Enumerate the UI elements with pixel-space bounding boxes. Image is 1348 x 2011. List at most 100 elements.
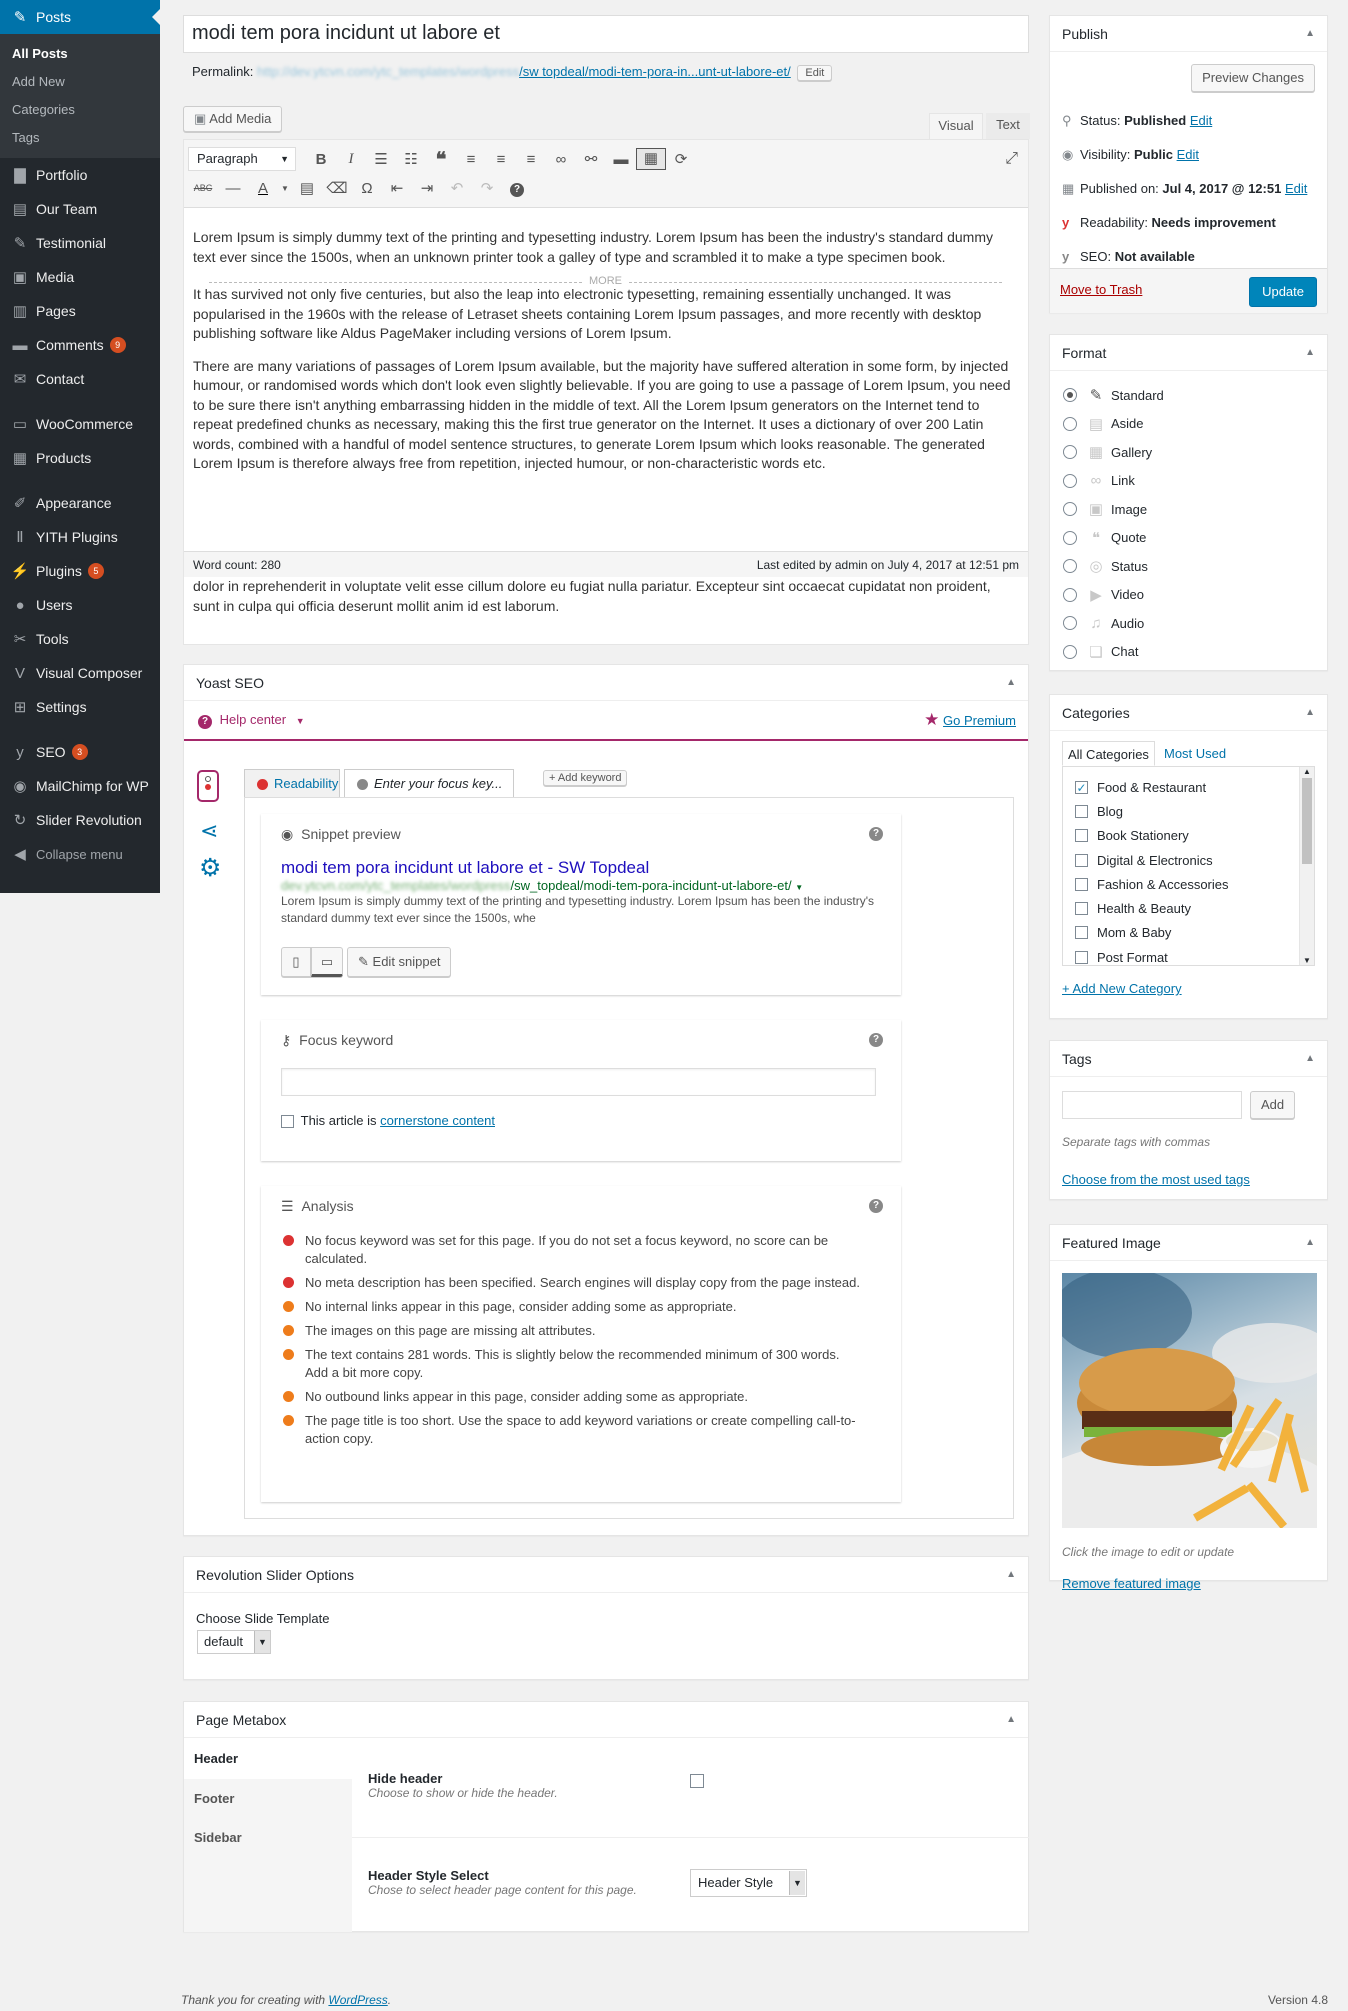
bullet-list-icon[interactable]: ☰ bbox=[366, 150, 396, 168]
choose-tags-link[interactable]: Choose from the most used tags bbox=[1062, 1172, 1250, 1187]
tab-text[interactable]: Text bbox=[986, 113, 1030, 139]
format-radio[interactable] bbox=[1063, 644, 1077, 659]
publish-header[interactable]: Publish ▲ bbox=[1050, 16, 1327, 52]
metabox-tab-footer[interactable]: Footer bbox=[184, 1779, 352, 1818]
redo-icon[interactable]: ↷ bbox=[472, 179, 502, 197]
snippet-title[interactable]: modi tem pora incidunt ut labore et - SW… bbox=[261, 858, 901, 878]
format-option[interactable]: ∞ Link bbox=[1063, 467, 1327, 496]
unlink-icon[interactable]: ⚯ bbox=[576, 150, 606, 168]
permalink-link[interactable]: http://dev.ytcvn.com/ytc_templates/wordp… bbox=[257, 64, 791, 79]
metabox-tab-sidebar[interactable]: Sidebar bbox=[184, 1818, 352, 1857]
collapse-icon[interactable]: ▲ bbox=[1305, 1041, 1315, 1077]
category-checkbox[interactable] bbox=[1075, 902, 1088, 916]
format-radio[interactable] bbox=[1063, 502, 1077, 517]
wordpress-link[interactable]: WordPress bbox=[328, 1993, 387, 2007]
format-option[interactable]: ❏ Chat bbox=[1063, 638, 1327, 667]
category-checkbox[interactable] bbox=[1075, 877, 1088, 891]
submenu-item[interactable]: All Posts bbox=[0, 40, 160, 68]
format-option[interactable]: ▦ Gallery bbox=[1063, 438, 1327, 467]
submenu-item[interactable]: Tags bbox=[0, 124, 160, 152]
toolbar-toggle-icon[interactable]: ▦ bbox=[636, 148, 666, 170]
align-center-icon[interactable]: ≡ bbox=[486, 151, 516, 168]
submenu-item[interactable]: Categories bbox=[0, 96, 160, 124]
yoast-header[interactable]: Yoast SEO ▲ bbox=[184, 665, 1028, 701]
featured-image-header[interactable]: Featured Image ▲ bbox=[1050, 1225, 1327, 1261]
category-item[interactable]: Mom & Baby bbox=[1075, 921, 1314, 945]
blockquote-icon[interactable]: ❝ bbox=[426, 147, 456, 172]
collapse-icon[interactable]: ▲ bbox=[1305, 335, 1315, 371]
menu-item[interactable]: ↻ Slider Revolution bbox=[0, 803, 160, 837]
align-left-icon[interactable]: ≡ bbox=[456, 151, 486, 168]
format-radio[interactable] bbox=[1063, 388, 1077, 403]
outdent-icon[interactable]: ⇤ bbox=[382, 179, 412, 197]
format-radio[interactable] bbox=[1063, 587, 1077, 602]
menu-item[interactable]: ✂ Tools bbox=[0, 622, 160, 656]
format-option[interactable]: ✎ Standard bbox=[1063, 381, 1327, 410]
metabox-tab-header[interactable]: Header bbox=[184, 1739, 352, 1779]
tags-input[interactable] bbox=[1062, 1091, 1242, 1119]
add-tag-button[interactable]: Add bbox=[1250, 1091, 1296, 1119]
indent-icon[interactable]: ⇥ bbox=[412, 179, 442, 197]
add-new-category-link[interactable]: + Add New Category bbox=[1062, 981, 1182, 996]
menu-item[interactable]: ▤ Our Team bbox=[0, 192, 160, 226]
focus-help-icon[interactable]: ? bbox=[869, 1033, 883, 1047]
refresh-icon[interactable]: ⟳ bbox=[666, 150, 696, 168]
menu-item[interactable]: Ⅱ YITH Plugins bbox=[0, 520, 160, 554]
submenu-item[interactable]: Add New bbox=[0, 68, 160, 96]
permalink-edit-button[interactable]: Edit bbox=[797, 65, 833, 81]
format-select[interactable]: Paragraph ▼ bbox=[188, 147, 296, 171]
category-checkbox[interactable] bbox=[1075, 804, 1088, 818]
preview-changes-button[interactable]: Preview Changes bbox=[1191, 64, 1315, 92]
update-button[interactable]: Update bbox=[1249, 277, 1317, 307]
menu-item[interactable]: ✐ Appearance bbox=[0, 486, 160, 520]
horizontal-line-icon[interactable]: — bbox=[218, 180, 248, 197]
mobile-preview-icon[interactable]: ▯ bbox=[281, 947, 311, 977]
categories-tab-all[interactable]: All Categories bbox=[1062, 741, 1155, 766]
page-metabox-header[interactable]: Page Metabox ▲ bbox=[184, 1702, 1028, 1738]
focus-keyword-input[interactable] bbox=[281, 1068, 876, 1096]
format-radio[interactable] bbox=[1063, 416, 1077, 431]
menu-item[interactable]: V Visual Composer bbox=[0, 656, 160, 690]
post-title-input[interactable]: modi tem pora incidunt ut labore et bbox=[183, 15, 1029, 53]
scrollbar[interactable]: ▲ ▼ bbox=[1299, 767, 1314, 965]
analysis-help-icon[interactable]: ? bbox=[869, 1199, 883, 1213]
add-media-button[interactable]: ▣ Add Media bbox=[183, 106, 283, 132]
collapse-icon[interactable]: ▲ bbox=[1305, 695, 1315, 731]
text-color-icon[interactable]: A bbox=[248, 180, 278, 197]
category-checkbox[interactable]: ✓ bbox=[1075, 780, 1088, 794]
categories-header[interactable]: Categories ▲ bbox=[1050, 695, 1327, 731]
category-checkbox[interactable] bbox=[1075, 853, 1088, 867]
paste-text-icon[interactable]: ▤ bbox=[292, 179, 322, 197]
menu-item[interactable]: ✉ Contact bbox=[0, 362, 160, 396]
menu-item[interactable]: ◉ MailChimp for WP bbox=[0, 769, 160, 803]
yoast-traffic-light-icon[interactable] bbox=[197, 770, 219, 802]
menu-item[interactable]: ▇ Portfolio bbox=[0, 158, 160, 192]
undo-icon[interactable]: ↶ bbox=[442, 179, 472, 197]
category-item[interactable]: Health & Beauty bbox=[1075, 896, 1314, 920]
published-edit-link[interactable]: Edit bbox=[1285, 181, 1307, 196]
featured-image[interactable] bbox=[1062, 1273, 1317, 1528]
edit-snippet-button[interactable]: ✎ Edit snippet bbox=[347, 947, 452, 977]
help-center-button[interactable]: Help center ▼ bbox=[220, 712, 305, 727]
format-option[interactable]: ◎ Status bbox=[1063, 552, 1327, 581]
category-item[interactable]: Digital & Electronics bbox=[1075, 848, 1314, 872]
menu-item[interactable]: ▦ Products bbox=[0, 441, 160, 475]
menu-item[interactable]: ● Users bbox=[0, 588, 160, 622]
category-checkbox[interactable] bbox=[1075, 829, 1088, 843]
category-item[interactable]: Blog bbox=[1075, 799, 1314, 823]
gear-icon[interactable]: ⚙ bbox=[199, 853, 221, 883]
yoast-tab-keyword[interactable]: Enter your focus key... bbox=[344, 769, 514, 798]
categories-tab-most-used[interactable]: Most Used bbox=[1164, 741, 1226, 766]
fullscreen-icon[interactable]: ⤢ bbox=[1005, 150, 1018, 168]
category-item[interactable]: ✓ Food & Restaurant bbox=[1075, 775, 1314, 799]
header-style-select[interactable]: Header Style ▼ bbox=[690, 1869, 807, 1897]
special-character-icon[interactable]: Ω bbox=[352, 180, 382, 197]
hide-header-checkbox[interactable] bbox=[690, 1774, 704, 1788]
menu-item[interactable]: ▥ Pages bbox=[0, 294, 160, 328]
remove-featured-image-link[interactable]: Remove featured image bbox=[1062, 1576, 1201, 1591]
format-header[interactable]: Format ▲ bbox=[1050, 335, 1327, 371]
read-more-icon[interactable]: ▬ bbox=[606, 151, 636, 168]
numbered-list-icon[interactable]: ☷ bbox=[396, 150, 426, 168]
slide-template-select[interactable]: default ▼ bbox=[197, 1630, 271, 1654]
collapse-icon[interactable]: ▲ bbox=[1305, 16, 1315, 52]
